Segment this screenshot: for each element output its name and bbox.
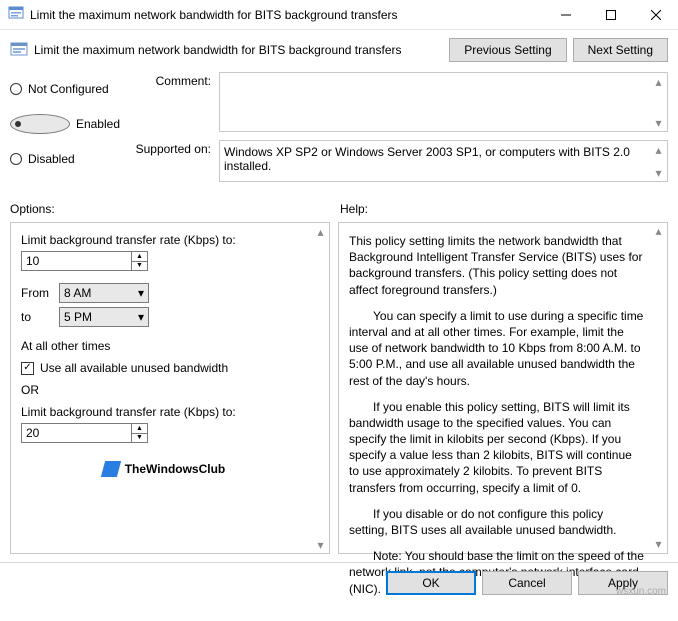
to-select[interactable]: 5 PM ▾	[59, 307, 149, 327]
rate1-spinner[interactable]: ▲▼	[21, 251, 307, 271]
spin-down-icon[interactable]: ▼	[132, 262, 147, 271]
rate2-input[interactable]	[21, 423, 131, 443]
state-enabled[interactable]: Enabled	[10, 114, 120, 134]
spin-down-icon[interactable]: ▼	[132, 434, 147, 443]
rate2-spinner[interactable]: ▲▼	[21, 423, 307, 443]
rate1-input[interactable]	[21, 251, 131, 271]
chevron-down-icon: ▾	[138, 286, 144, 300]
scroll-up-icon[interactable]: ▴	[312, 223, 329, 240]
maximize-button[interactable]	[588, 0, 633, 30]
help-p2: You can specify a limit to use during a …	[349, 308, 645, 389]
logo-text: TheWindowsClub	[125, 462, 226, 476]
from-label: From	[21, 286, 51, 300]
window-title: Limit the maximum network bandwidth for …	[30, 8, 543, 22]
help-pane: This policy setting limits the network b…	[338, 222, 668, 554]
scrollbar[interactable]: ▴ ▾	[312, 223, 329, 553]
logo: TheWindowsClub	[21, 461, 307, 477]
scroll-down-icon[interactable]: ▾	[650, 536, 667, 553]
title-bar: Limit the maximum network bandwidth for …	[0, 0, 678, 30]
radio-label: Disabled	[28, 152, 75, 166]
supported-label: Supported on:	[134, 140, 219, 182]
footer: OK Cancel Apply wsxun.com	[0, 562, 678, 603]
help-label: Help:	[340, 200, 668, 222]
supported-on-text: Windows XP SP2 or Windows Server 2003 SP…	[224, 145, 630, 173]
chevron-down-icon: ▾	[138, 310, 144, 324]
scroll-down-icon[interactable]: ▾	[650, 114, 667, 131]
state-disabled[interactable]: Disabled	[10, 152, 120, 166]
radio-label: Not Configured	[28, 82, 109, 96]
spinner-buttons[interactable]: ▲▼	[131, 251, 148, 271]
radio-icon	[10, 83, 22, 95]
cancel-button[interactable]: Cancel	[482, 571, 572, 595]
state-not-configured[interactable]: Not Configured	[10, 82, 120, 96]
close-button[interactable]	[633, 0, 678, 30]
other-times-label: At all other times	[21, 339, 307, 353]
rate1-label: Limit background transfer rate (Kbps) to…	[21, 233, 307, 247]
checkbox-label: Use all available unused bandwidth	[40, 361, 228, 375]
scroll-up-icon[interactable]: ▴	[650, 223, 667, 240]
header: Limit the maximum network bandwidth for …	[0, 30, 678, 72]
to-label: to	[21, 310, 51, 324]
header-title: Limit the maximum network bandwidth for …	[34, 43, 449, 57]
app-icon	[8, 5, 24, 24]
watermark: wsxun.com	[616, 586, 666, 597]
comment-label: Comment:	[134, 72, 219, 132]
scroll-down-icon[interactable]: ▾	[650, 164, 667, 181]
minimize-button[interactable]	[543, 0, 588, 30]
checkbox-icon: ✓	[21, 362, 34, 375]
scroll-up-icon[interactable]: ▴	[650, 141, 667, 158]
scrollbar[interactable]: ▴ ▾	[650, 223, 667, 553]
or-label: OR	[21, 383, 307, 397]
logo-icon	[101, 461, 121, 477]
policy-icon	[10, 40, 28, 61]
ok-button[interactable]: OK	[386, 571, 476, 595]
help-p1: This policy setting limits the network b…	[349, 233, 645, 298]
from-value: 8 AM	[64, 286, 91, 300]
help-p4: If you disable or do not configure this …	[349, 506, 645, 538]
rate2-label: Limit background transfer rate (Kbps) to…	[21, 405, 307, 419]
options-label: Options:	[10, 200, 330, 222]
help-p3: If you enable this policy setting, BITS …	[349, 399, 645, 496]
radio-icon	[10, 153, 22, 165]
window-controls	[543, 0, 678, 30]
comment-input[interactable]: ▴ ▾	[219, 72, 668, 132]
spin-up-icon[interactable]: ▲	[132, 424, 147, 434]
section-labels: Options: Help:	[0, 200, 678, 222]
options-pane: Limit background transfer rate (Kbps) to…	[10, 222, 330, 554]
next-setting-button[interactable]: Next Setting	[573, 38, 668, 62]
supported-on-box: Windows XP SP2 or Windows Server 2003 SP…	[219, 140, 668, 182]
use-all-bandwidth-checkbox[interactable]: ✓ Use all available unused bandwidth	[21, 361, 307, 375]
radio-label: Enabled	[76, 117, 120, 131]
panes: Limit background transfer rate (Kbps) to…	[0, 222, 678, 562]
state-section: Not Configured Enabled Disabled Comment:…	[0, 72, 678, 200]
scrollbar[interactable]: ▴ ▾	[650, 73, 667, 131]
from-select[interactable]: 8 AM ▾	[59, 283, 149, 303]
radio-icon	[10, 114, 70, 134]
scroll-down-icon[interactable]: ▾	[312, 536, 329, 553]
spin-up-icon[interactable]: ▲	[132, 252, 147, 262]
previous-setting-button[interactable]: Previous Setting	[449, 38, 566, 62]
scrollbar[interactable]: ▴ ▾	[650, 141, 667, 181]
scroll-up-icon[interactable]: ▴	[650, 73, 667, 90]
to-value: 5 PM	[64, 310, 92, 324]
spinner-buttons[interactable]: ▲▼	[131, 423, 148, 443]
